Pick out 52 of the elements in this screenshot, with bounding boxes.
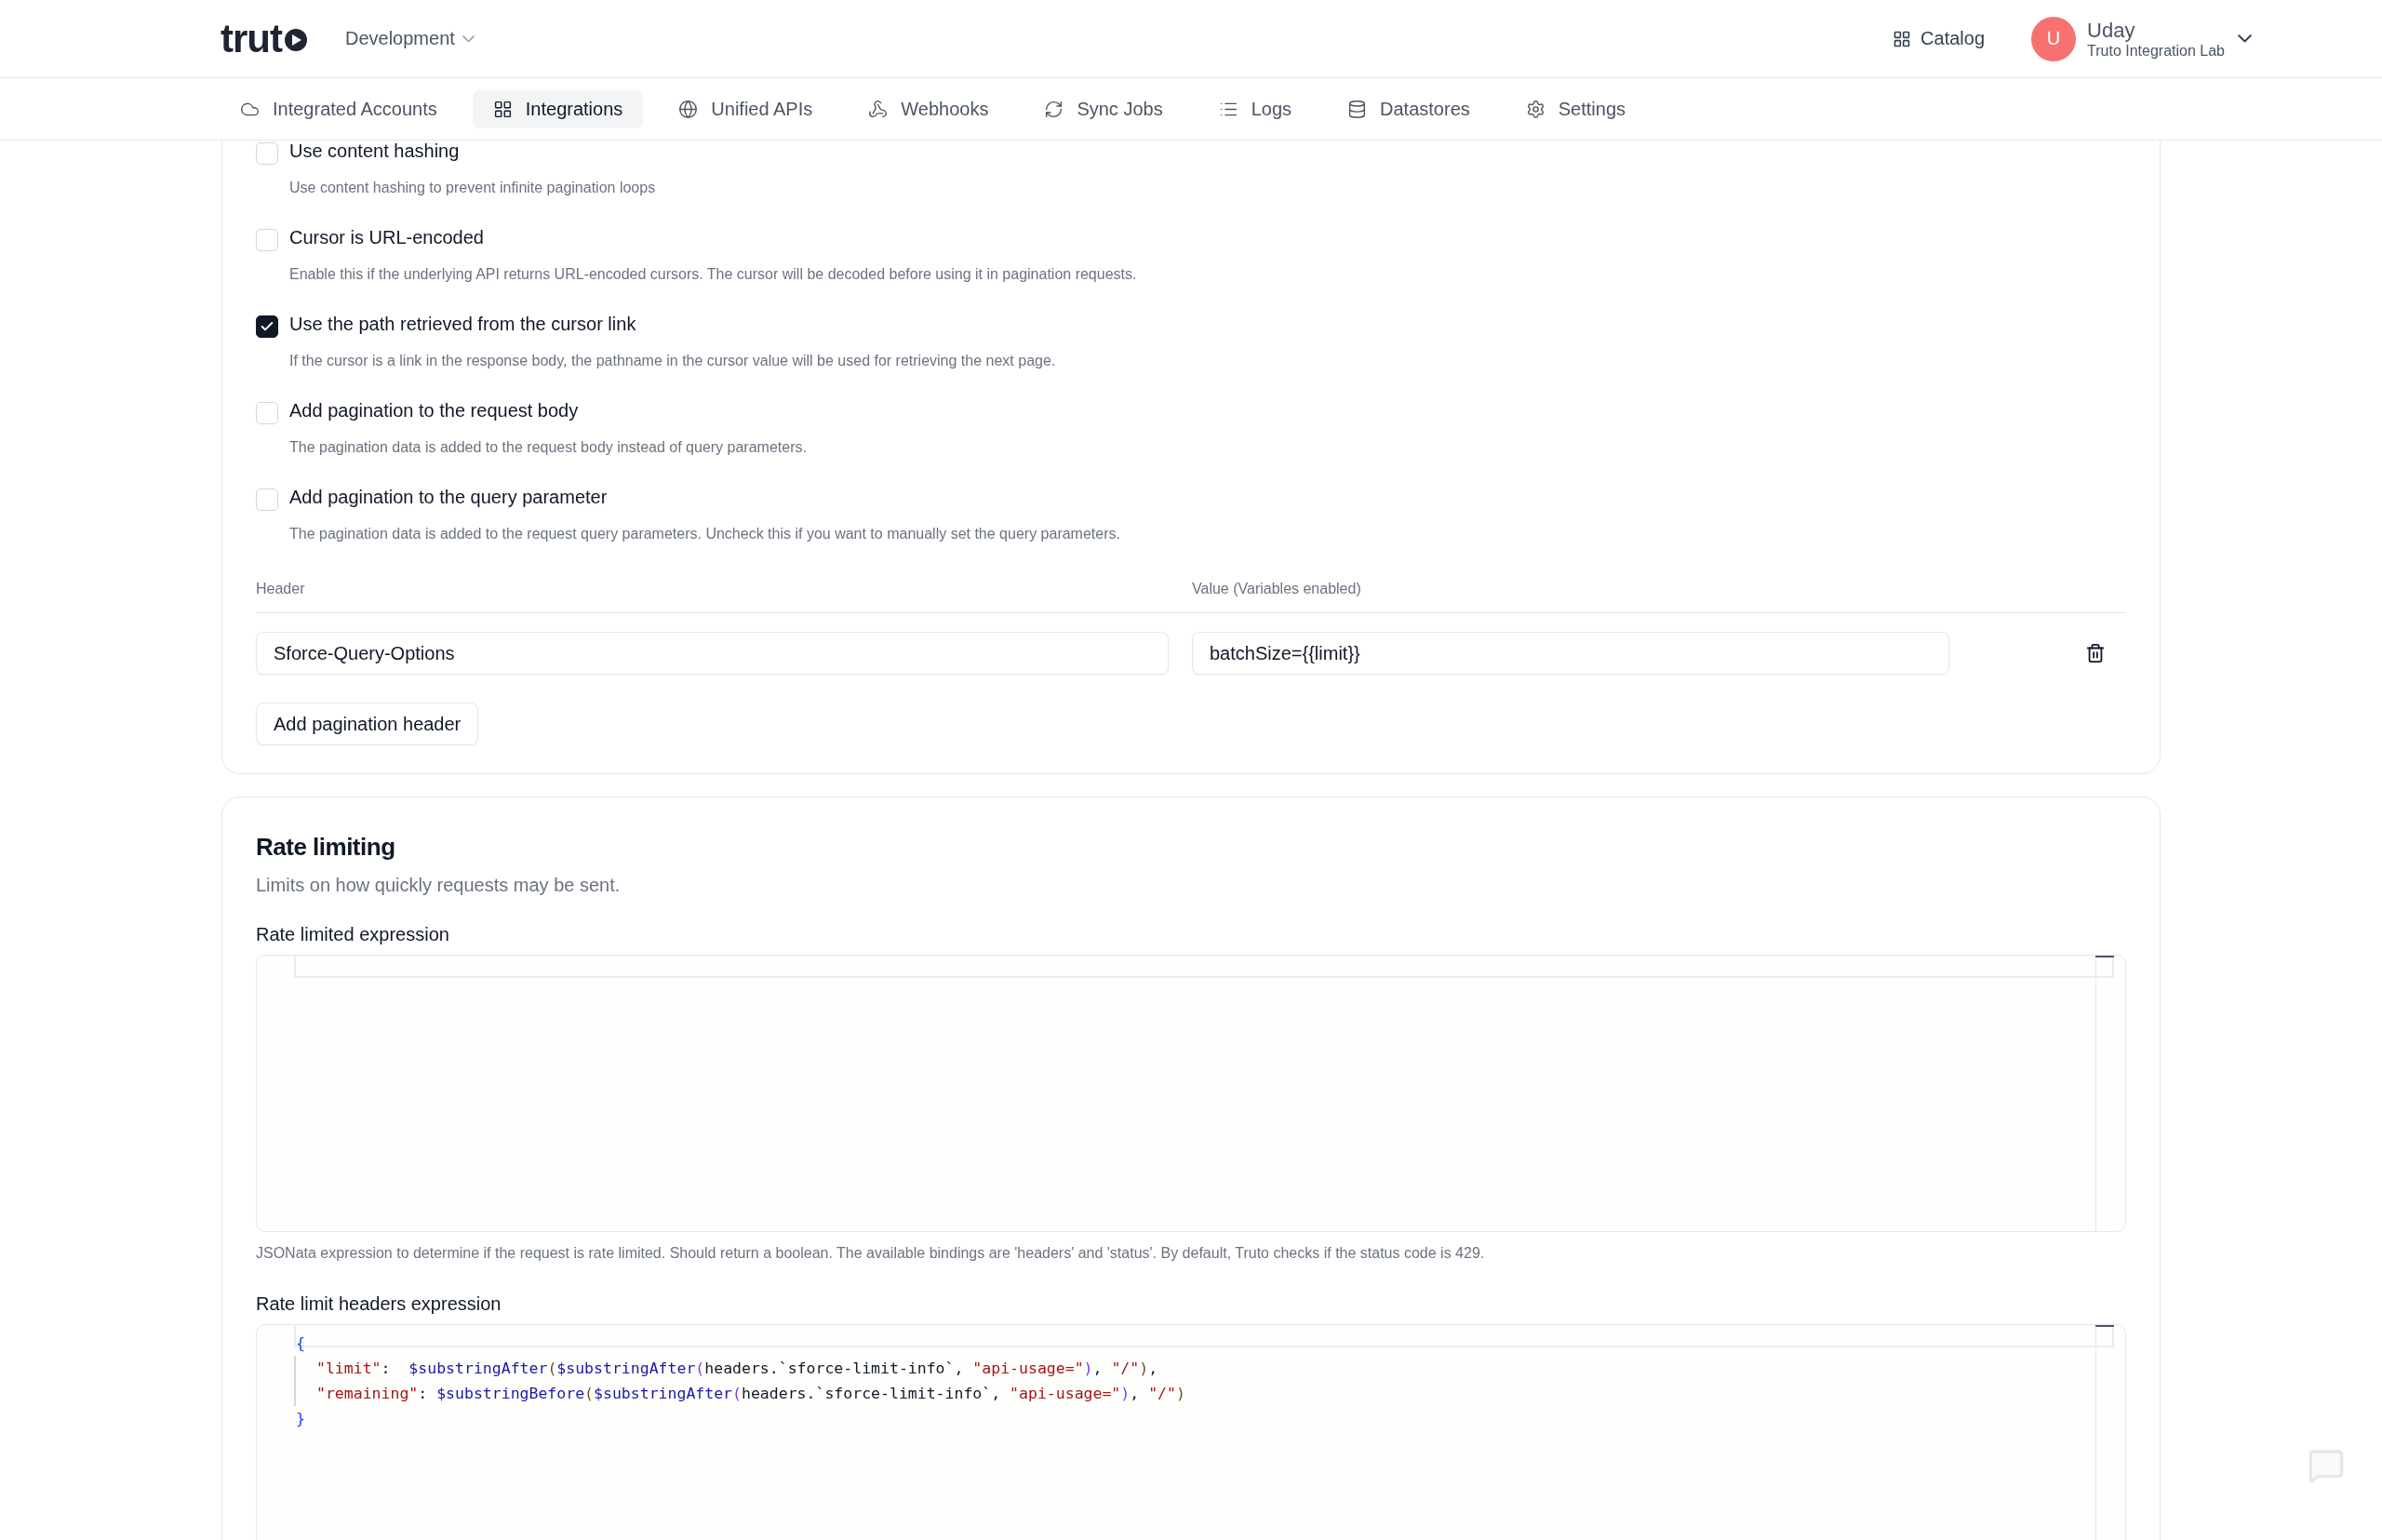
nav-tab[interactable]: Sync Jobs — [1024, 89, 1184, 128]
field-label: Rate limit headers expression — [256, 1293, 502, 1315]
nav-tab[interactable]: Settings — [1505, 89, 1647, 128]
nav-tab[interactable]: Integrated Accounts — [220, 89, 458, 128]
webhook-icon — [868, 99, 889, 119]
chevron-icon[interactable] — [2238, 34, 2252, 43]
nav-tab[interactable]: Unified APIs — [658, 89, 834, 128]
add-header-button[interactable]: Add pagination header — [256, 703, 479, 745]
option-label: Use content hashing — [289, 141, 461, 163]
nav-tab[interactable]: Datastores — [1327, 89, 1491, 128]
column-header: Value (Variables enabled) — [1192, 581, 1362, 597]
scrollbar-thumb[interactable] — [2095, 1325, 2114, 1327]
chevron-icon — [462, 34, 475, 43]
option-label: Cursor is URL-encoded — [289, 227, 485, 249]
nav-tab[interactable]: Logs — [1198, 89, 1313, 128]
field-label: Rate limited expression — [256, 924, 450, 945]
user-name: Uday — [2087, 18, 2136, 43]
help-text: JSONata expression to determine if the request is rate limited. Should return a boolean. The available bindings are 'headers' and 'status'. By default, Truto checks if the status code is 429. — [256, 1245, 1486, 1262]
code-line: { — [295, 1333, 306, 1354]
option-description: Use content hashing to prevent infinite pagination loops — [289, 180, 657, 196]
code-line: "limit": $substringAfter($substringAfter(headers.`sforce-limit-info`, "api-usage="), "/"), — [294, 1356, 2095, 1381]
catalog-button[interactable]: Catalog — [1893, 28, 1986, 49]
grid-icon — [1893, 29, 1912, 48]
code-editor[interactable]: { "limit": $substringAfter($substringAfter(headers.`sforce-limit-info`, "api-usage="), "/"), "remaining": $substringBefore($substringAfter(headers.`sforce-limit-info`, "api-usage="), "/") } — [256, 1324, 2126, 1540]
grid-icon — [492, 99, 513, 119]
column-header: Header — [256, 581, 306, 597]
option-label: Add pagination to the request body — [289, 400, 580, 422]
nav-tab[interactable]: Webhooks — [848, 89, 1010, 128]
section-title: Rate limiting — [256, 833, 396, 862]
code-line: } — [295, 1409, 306, 1429]
sync-icon — [1044, 99, 1064, 119]
header-value-field[interactable]: batchSize={{limit}} — [1192, 632, 1949, 675]
checkbox[interactable] — [256, 315, 278, 338]
code-editor[interactable] — [256, 955, 2126, 1232]
environment-dropdown[interactable]: Development — [345, 28, 475, 49]
option-label: Add pagination to the query parameter — [289, 487, 609, 509]
code-line: "remaining": $substringBefore($substringAfter(headers.`sforce-limit-info`, "api-usage="), "/") — [294, 1381, 2095, 1406]
settings-icon — [1525, 99, 1546, 119]
option-description: The pagination data is added to the request body instead of query parameters. — [289, 439, 808, 456]
option-label: Use the path retrieved from the cursor link — [289, 314, 637, 336]
database-icon — [1347, 99, 1368, 119]
option-description: If the cursor is a link in the response body, the pathname in the cursor value will be used for retrieving the next page. — [289, 353, 1057, 369]
option-description: Enable this if the underlying API returns URL-encoded cursors. The cursor will be decoded before using it in pagination requests. — [289, 266, 1138, 283]
nav-tab[interactable]: Integrations — [472, 89, 644, 128]
section-subtitle: Limits on how quickly requests may be sent. — [256, 875, 622, 896]
scrollbar-thumb[interactable] — [2095, 956, 2114, 957]
header-name-field[interactable]: Sforce-Query-Options — [256, 632, 1169, 675]
chat-icon[interactable] — [2308, 1447, 2345, 1484]
option-description: The pagination data is added to the request query parameters. Uncheck this if you want to manually set the query parameters. — [289, 526, 1121, 542]
logo[interactable]: trut — [221, 16, 310, 61]
globe-icon — [678, 99, 699, 119]
team-name: Truto Integration Lab — [2087, 42, 2225, 60]
